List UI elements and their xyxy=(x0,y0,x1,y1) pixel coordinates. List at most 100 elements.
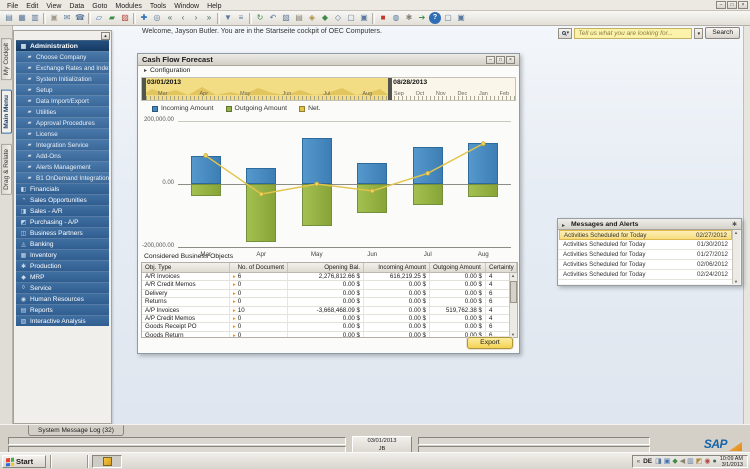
column-header[interactable]: Obj. Type xyxy=(142,263,230,272)
minimize-icon[interactable]: – xyxy=(486,55,495,64)
alert-row[interactable]: Activities Scheduled for Today 01/30/201… xyxy=(559,240,732,250)
language-indicator[interactable]: DE xyxy=(643,458,652,465)
sidebar-subitem[interactable]: Utilities xyxy=(16,106,109,117)
doc-count-cell[interactable]: 0 xyxy=(230,331,288,337)
alert-row[interactable]: Activities Scheduled for Today 02/06/201… xyxy=(559,260,732,270)
sidebar-item-administration[interactable]: Administration xyxy=(16,40,109,51)
sidebar-module[interactable]: ◧ Financials xyxy=(16,183,109,194)
menu-item[interactable]: Goto xyxy=(88,3,111,10)
column-header[interactable]: Certainty Level xyxy=(486,263,517,272)
lock-screen-icon[interactable]: ▣ xyxy=(48,12,60,24)
table-row[interactable]: A/P Credit Memos 0 0.00 $ 0.00 $ 0.00 $ … xyxy=(142,314,517,324)
sidebar-subitem[interactable]: B1 OnDemand Integration xyxy=(16,172,109,183)
doc-count-cell[interactable]: 0 xyxy=(230,314,288,323)
antivirus-icon[interactable]: ◉ xyxy=(704,457,710,467)
undo-icon[interactable]: ↶ xyxy=(267,12,279,24)
table-row[interactable]: A/R Credit Memos 0 0.00 $ 0.00 $ 0.00 $ … xyxy=(142,281,517,290)
table-row[interactable]: A/P Invoices 10 -3,668,468.09 $ 0.00 $ 5… xyxy=(142,306,517,315)
print-layout-icon[interactable]: ▥ xyxy=(29,12,41,24)
doc-count-cell[interactable]: 0 xyxy=(230,323,288,331)
column-header[interactable]: Outgoing Amount xyxy=(430,263,486,272)
sidebar-module[interactable]: ▦ Inventory xyxy=(16,249,109,260)
display-icon[interactable]: ▣ xyxy=(664,457,671,467)
alert-row[interactable]: Activities Scheduled for Today 02/27/201… xyxy=(559,230,732,240)
doc-count-cell[interactable]: 0 xyxy=(230,289,288,298)
alert-row[interactable]: Activities Scheduled for Today 02/24/201… xyxy=(559,270,732,280)
payment-means-icon[interactable]: ◈ xyxy=(306,12,318,24)
sidebar-module[interactable]: ▤ Reports xyxy=(16,304,109,315)
timeline-slider[interactable]: Mar Apr May Jun Jul Aug Sep Oct Nov Dec Jan Feb 03… xyxy=(141,77,516,101)
locked-document-icon[interactable]: ■ xyxy=(377,12,389,24)
alignment-icon[interactable]: ▤ xyxy=(293,12,305,24)
expander-icon[interactable] xyxy=(562,220,568,229)
column-header[interactable]: Incoming Amount xyxy=(364,263,430,272)
start-button[interactable]: Start xyxy=(2,455,46,468)
sidebar-module[interactable]: ◔ Sales Opportunities xyxy=(16,194,109,205)
table-scrollbar[interactable] xyxy=(509,273,517,337)
sap-agent-icon[interactable]: ◆ xyxy=(672,457,677,467)
search-input[interactable] xyxy=(574,27,693,39)
workspace-right-scrollbar[interactable] xyxy=(743,26,750,424)
volume-icon[interactable]: ◀ xyxy=(680,457,685,467)
workflow-icon[interactable]: ➔ xyxy=(416,12,428,24)
restore-icon[interactable]: □ xyxy=(496,55,505,64)
sort-table-icon[interactable]: ≡ xyxy=(235,12,247,24)
table-row[interactable]: Delivery 0 0.00 $ 0.00 $ 0.00 $ 6 xyxy=(142,289,517,299)
volume-discount-icon[interactable]: ◇ xyxy=(332,12,344,24)
alerts-scrollbar[interactable] xyxy=(732,230,740,284)
search-dropdown-button[interactable]: ▾ xyxy=(694,27,704,39)
doc-count-cell[interactable]: 0 xyxy=(230,298,288,306)
window-tile-icon[interactable]: ▣ xyxy=(455,12,467,24)
target-document-icon[interactable]: ▣ xyxy=(358,12,370,24)
export-button[interactable]: Export xyxy=(467,337,513,349)
timeline-start-handle[interactable] xyxy=(142,78,146,100)
base-document-icon[interactable]: ▢ xyxy=(345,12,357,24)
sidebar-module[interactable]: ◨ Sales - A/R xyxy=(16,205,109,216)
table-row[interactable]: Goods Return 0 0.00 $ 0.00 $ 0.00 $ 6 xyxy=(142,331,517,337)
restore-icon[interactable]: □ xyxy=(727,1,737,9)
add-record-icon[interactable]: ✚ xyxy=(138,12,150,24)
sidebar-module[interactable]: ▨ Interactive Analysis xyxy=(16,315,109,326)
taskbar-app-sap-b1[interactable] xyxy=(92,455,122,468)
sidebar-subitem[interactable]: System Initialization xyxy=(16,73,109,84)
sidebar-subitem[interactable]: Add-Ons xyxy=(16,150,109,161)
refresh-icon[interactable]: ↻ xyxy=(254,12,266,24)
menu-item[interactable]: Modules xyxy=(111,3,145,10)
timeline-end-handle[interactable] xyxy=(388,78,393,100)
messages-panel-header[interactable]: Messages and Alerts ✱ xyxy=(558,219,741,230)
export-excel-icon[interactable]: ▰ xyxy=(106,12,118,24)
close-icon[interactable]: × xyxy=(738,1,748,9)
next-record-icon[interactable]: › xyxy=(190,12,202,24)
sidebar-module[interactable]: ◆ MRP xyxy=(16,271,109,282)
tools-icon[interactable]: ✱ xyxy=(732,221,737,228)
first-record-icon[interactable]: « xyxy=(164,12,176,24)
menu-item[interactable]: Help xyxy=(203,3,225,10)
sidebar-module[interactable]: ✱ Production xyxy=(16,260,109,271)
table-row[interactable]: A/R Invoices 6 2,276,812.66 $ 616,219.25… xyxy=(142,273,517,282)
tray-collapse-icon[interactable]: « xyxy=(637,459,640,465)
doc-count-cell[interactable]: 6 xyxy=(230,273,288,281)
column-header[interactable]: No. of Document xyxy=(230,263,288,272)
collapse-arrow-icon[interactable]: ▴ xyxy=(101,32,110,40)
sidebar-module[interactable]: ◫ Business Partners xyxy=(16,227,109,238)
sidebar-subitem[interactable]: Integration Service xyxy=(16,139,109,150)
sidebar-module[interactable]: ◩ Purchasing - A/P xyxy=(16,216,109,227)
print-icon[interactable]: ▦ xyxy=(16,12,28,24)
sidebar-module[interactable]: ◬ Banking xyxy=(16,238,109,249)
gross-profit-icon[interactable]: ◆ xyxy=(319,12,331,24)
export-pdf-icon[interactable]: ▨ xyxy=(119,12,131,24)
menu-item[interactable]: Data xyxy=(65,3,88,10)
form-settings-icon[interactable]: ▧ xyxy=(280,12,292,24)
menu-item[interactable]: File xyxy=(3,3,22,10)
window-cascade-icon[interactable]: ▢ xyxy=(442,12,454,24)
doc-count-cell[interactable]: 10 xyxy=(230,306,288,314)
window-title-bar[interactable]: Cash Flow Forecast – □ × xyxy=(138,54,519,66)
help-icon[interactable]: ? xyxy=(429,12,441,24)
alert-row[interactable]: Activities Scheduled for Today 01/27/201… xyxy=(559,250,732,260)
settings-icon[interactable]: ✱ xyxy=(403,12,415,24)
system-message-log-tab[interactable]: System Message Log (32) xyxy=(28,425,124,436)
search-button[interactable]: Search xyxy=(705,27,740,39)
clock-sync-icon[interactable]: ● xyxy=(713,457,717,467)
sidebar-subitem[interactable]: Data Import/Export xyxy=(16,95,109,106)
messenger-icon[interactable]: ◩ xyxy=(696,457,703,467)
